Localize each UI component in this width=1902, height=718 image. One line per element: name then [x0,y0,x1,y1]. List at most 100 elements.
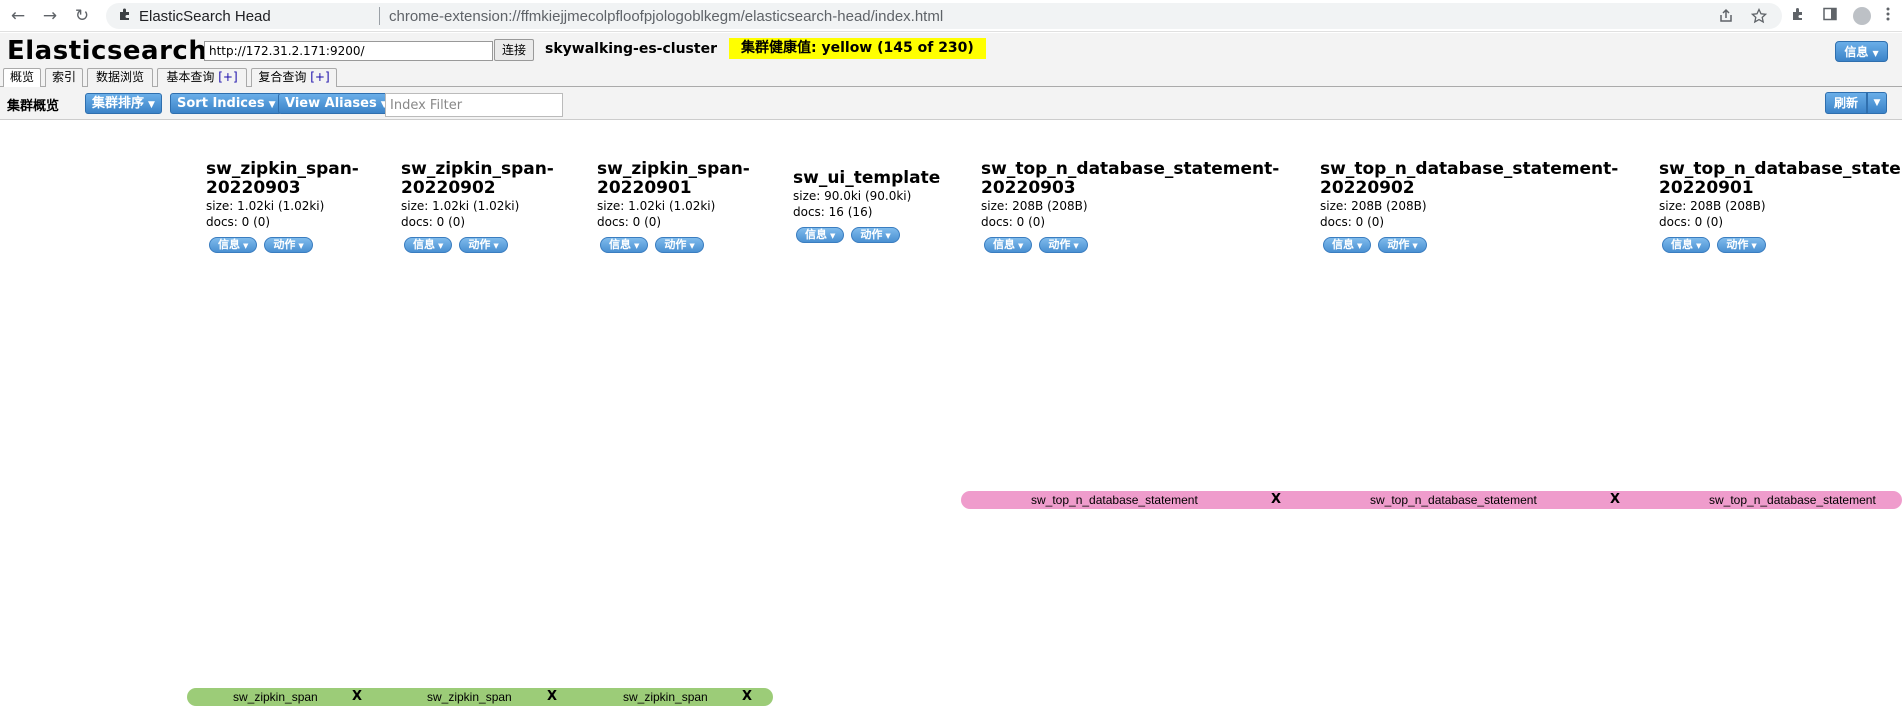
index-name: sw_ui_template [793,168,941,188]
index-action-label: 动作 [1048,238,1071,251]
index-name-suffix: 20220902 [1320,178,1415,198]
address-separator [379,7,380,25]
tab-indices[interactable]: 索引 [45,68,83,87]
index-action-button[interactable]: 动作 ▼ [1717,237,1766,253]
info-menu-button[interactable]: 信息 ▼ [1835,41,1888,62]
index-docs: docs: 0 (0) [981,215,1046,229]
share-icon[interactable] [1718,8,1734,28]
sort-indices-label: Sort Indices [177,96,265,111]
index-name: sw_top_n_database_statement- [1320,159,1619,179]
tab-plus: [+] [218,70,238,84]
chevron-down-icon: ▼ [634,242,640,250]
chevron-down-icon: ▼ [1872,49,1879,58]
overview-title: 集群概览 [7,99,60,114]
reload-icon[interactable]: ↻ [72,6,92,26]
index-info-label: 信息 [1332,238,1354,251]
refresh-options-caret-icon[interactable]: ▼ [1867,92,1887,114]
index-action-button[interactable]: 动作 ▼ [459,237,508,253]
index-name-suffix: 20220902 [401,178,496,198]
index-size: size: 90.0ki (90.0ki) [793,189,912,203]
index-info-button[interactable]: 信息 ▼ [984,237,1033,253]
overview-toolbar: 集群概览 集群排序▼ Sort Indices▼ View Aliases▼ 刷… [0,87,1902,120]
index-name-suffix: 20220901 [597,178,692,198]
tab-plus: [+] [310,70,330,84]
index-card: sw_zipkin_span- 20220903 size: 1.02ki (1… [206,160,359,253]
connection-url-input[interactable] [204,41,493,61]
index-info-button[interactable]: 信息 ▼ [404,237,453,253]
tab-label: 复合查询 [258,70,307,84]
index-info-button[interactable]: 信息 ▼ [600,237,649,253]
alias-bar-top-n-database-statement: sw_top_n_database_statement X sw_top_n_d… [961,491,1902,509]
index-action-label: 动作 [860,228,883,241]
chevron-down-icon: ▼ [1073,242,1079,250]
cluster-sort-label: 集群排序 [92,96,145,111]
remove-alias-x[interactable]: X [352,689,362,704]
index-action-button[interactable]: 动作 ▼ [264,237,313,253]
index-size: size: 208B (208B) [981,199,1088,213]
index-size: size: 1.02ki (1.02ki) [401,199,520,213]
index-name: sw_zipkin_span- [597,159,750,179]
remove-alias-x[interactable]: X [742,689,752,704]
index-action-button[interactable]: 动作 ▼ [851,227,900,243]
es-header: Elasticsearch 连接 skywalking-es-cluster 集… [0,33,1902,69]
index-info-button[interactable]: 信息 ▼ [209,237,258,253]
view-aliases-button[interactable]: View Aliases▼ [278,93,395,114]
alias-label: sw_zipkin_span [427,690,512,704]
index-action-button[interactable]: 动作 ▼ [1039,237,1088,253]
profile-avatar-icon[interactable] [1853,7,1871,25]
index-name: sw_top_n_database_statement- [981,159,1280,179]
index-info-button[interactable]: 信息 ▼ [796,227,845,243]
address-bar[interactable]: ElasticSearch Head chrome-extension://ff… [106,3,1782,29]
index-info-button[interactable]: 信息 ▼ [1323,237,1372,253]
cluster-health-badge: 集群健康值: yellow (145 of 230) [729,38,986,59]
index-card: sw_zipkin_span- 20220901 size: 1.02ki (1… [597,160,750,253]
refresh-button[interactable]: 刷新 [1825,92,1867,114]
tab-compound-query[interactable]: 复合查询 [+] [251,68,337,87]
back-icon[interactable]: ← [8,6,28,26]
puzzle-icon [118,7,132,25]
connect-button[interactable]: 连接 [494,39,534,61]
index-card: sw_top_n_database_state 20220901 size: 2… [1659,160,1901,253]
index-docs: docs: 0 (0) [1320,215,1385,229]
remove-alias-x[interactable]: X [1271,492,1281,507]
index-card: sw_top_n_database_statement- 20220902 si… [1320,160,1618,253]
index-docs: docs: 0 (0) [401,215,466,229]
bookmark-star-icon[interactable] [1750,7,1768,28]
index-action-button[interactable]: 动作 ▼ [1378,237,1427,253]
tab-overview[interactable]: 概览 [3,68,41,88]
menu-kebab-icon[interactable] [1878,6,1898,26]
index-action-button[interactable]: 动作 ▼ [655,237,704,253]
cluster-name: skywalking-es-cluster [545,41,717,57]
index-name-suffix: 20220903 [206,178,301,198]
info-menu-label: 信息 [1844,45,1869,59]
index-card: sw_ui_template size: 90.0ki (90.0ki) doc… [793,169,940,243]
tab-data-browser[interactable]: 数据浏览 [87,68,153,87]
url-text[interactable]: chrome-extension://ffmkiejjmecolpfloofpj… [389,8,943,25]
remove-alias-x[interactable]: X [1610,492,1620,507]
index-filter-input[interactable] [385,93,563,117]
sort-indices-button[interactable]: Sort Indices ▼ [170,93,283,114]
chevron-down-icon: ▼ [830,232,836,240]
forward-icon[interactable]: → [40,6,60,26]
index-docs: docs: 0 (0) [206,215,271,229]
chevron-down-icon: ▼ [268,100,276,110]
browser-toolbar: ← → ↻ ElasticSearch Head chrome-extensio… [0,0,1902,32]
chevron-down-icon: ▼ [689,242,695,250]
index-name: sw_zipkin_span- [206,159,359,179]
chevron-down-icon: ▼ [243,242,249,250]
alias-label: sw_top_n_database_statement [1709,493,1876,507]
extensions-icon[interactable] [1789,6,1809,26]
index-action-label: 动作 [1387,238,1410,251]
side-panel-icon[interactable] [1820,6,1840,26]
alias-label: sw_zipkin_span [233,690,318,704]
index-info-button[interactable]: 信息 ▼ [1662,237,1711,253]
main-tabs: 概览 索引 数据浏览 基本查询 [+] 复合查询 [+] [0,68,1902,88]
remove-alias-x[interactable]: X [547,689,557,704]
cluster-sort-button[interactable]: 集群排序 ▼ [85,93,162,114]
index-docs: docs: 16 (16) [793,205,873,219]
index-name: sw_zipkin_span- [401,159,554,179]
tab-basic-query[interactable]: 基本查询 [+] [157,68,247,87]
alias-label: sw_top_n_database_statement [1370,493,1537,507]
alias-bar-zipkin-span: sw_zipkin_span X sw_zipkin_span X sw_zip… [187,688,773,706]
index-docs: docs: 0 (0) [1659,215,1724,229]
